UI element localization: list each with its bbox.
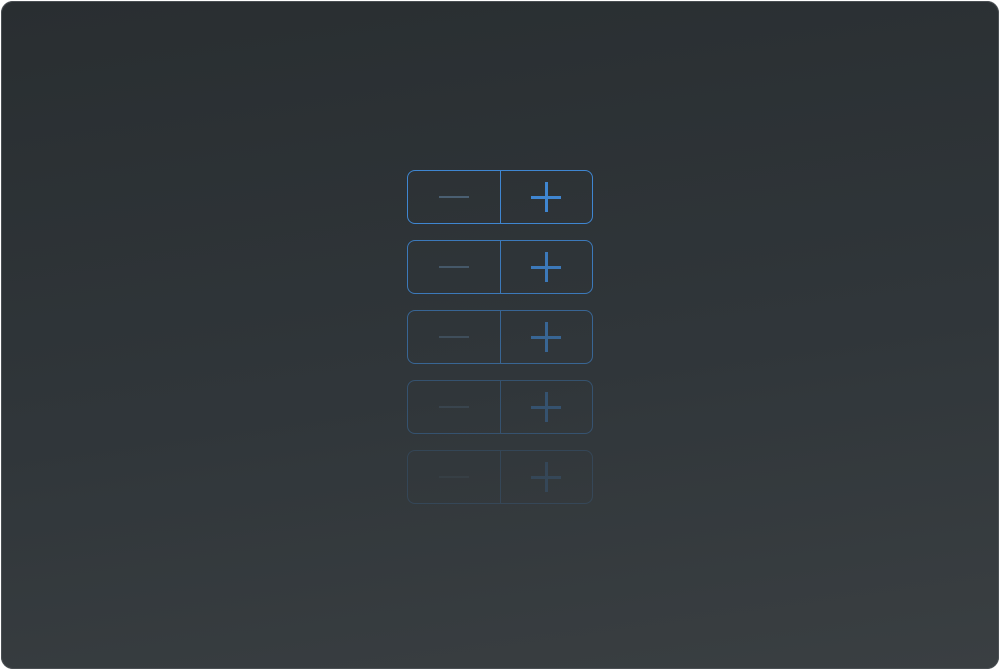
app-window [1, 1, 999, 669]
plus-icon [531, 252, 562, 282]
stepper-5 [407, 450, 593, 504]
plus-icon [531, 392, 562, 422]
stepper-1 [407, 170, 593, 224]
minus-icon [438, 266, 469, 268]
plus-icon [531, 182, 562, 212]
plus-icon [531, 462, 562, 492]
increment-button[interactable] [501, 311, 593, 363]
decrement-button[interactable] [408, 241, 501, 293]
decrement-button[interactable] [408, 381, 501, 433]
minus-icon [438, 336, 469, 338]
increment-button[interactable] [501, 381, 593, 433]
plus-icon [531, 322, 562, 352]
decrement-button[interactable] [408, 451, 501, 503]
minus-icon [438, 406, 469, 408]
stepper-2 [407, 240, 593, 294]
stepper-3 [407, 310, 593, 364]
decrement-button[interactable] [408, 311, 501, 363]
increment-button[interactable] [501, 241, 593, 293]
minus-icon [438, 196, 469, 198]
increment-button[interactable] [501, 451, 593, 503]
decrement-button[interactable] [408, 171, 501, 223]
stepper-4 [407, 380, 593, 434]
increment-button[interactable] [501, 171, 593, 223]
minus-icon [438, 476, 469, 478]
stepper-stack [407, 170, 595, 520]
